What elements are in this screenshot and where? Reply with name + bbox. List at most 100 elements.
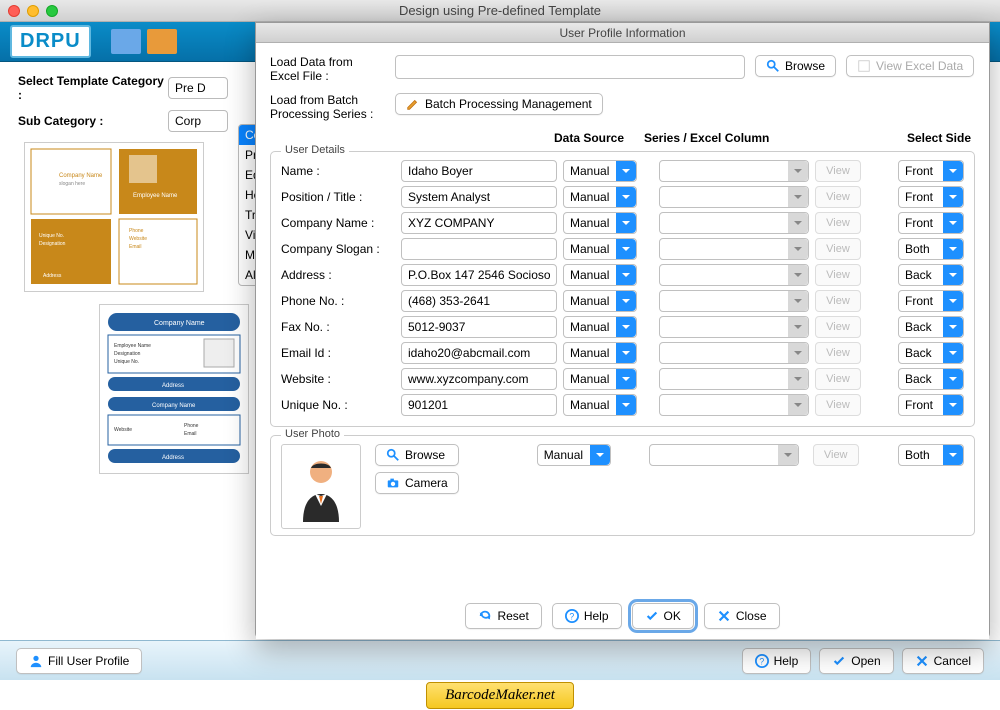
check-icon: [645, 609, 659, 623]
svg-text:Designation: Designation: [114, 351, 141, 357]
side-select[interactable]: Front: [898, 394, 964, 416]
field-input[interactable]: [401, 316, 557, 338]
field-input[interactable]: [401, 238, 557, 260]
series-select[interactable]: [659, 186, 809, 208]
side-select[interactable]: Back: [898, 368, 964, 390]
svg-text:Website: Website: [129, 236, 147, 242]
view-button: View: [815, 316, 861, 338]
id-card-icon: [147, 29, 177, 54]
template-preview[interactable]: Company Nameslogan hereEmployee NameUniq…: [24, 142, 204, 292]
question-icon: ?: [755, 654, 769, 668]
excel-icon: [857, 59, 871, 73]
close-button[interactable]: Close: [704, 603, 780, 629]
field-input[interactable]: [401, 290, 557, 312]
series-select[interactable]: [659, 342, 809, 364]
series-select[interactable]: [659, 212, 809, 234]
series-select[interactable]: [659, 238, 809, 260]
maximize-window-icon[interactable]: [46, 5, 58, 17]
side-select[interactable]: Front: [898, 290, 964, 312]
side-select[interactable]: Front: [898, 212, 964, 234]
series-select[interactable]: [659, 394, 809, 416]
svg-text:Phone: Phone: [129, 228, 144, 234]
batch-processing-button[interactable]: Batch Processing Management: [395, 93, 603, 115]
field-label: Phone No. :: [281, 294, 395, 308]
ok-button[interactable]: OK: [632, 603, 694, 629]
camera-icon: [386, 476, 400, 490]
template-category-select[interactable]: Pre D: [168, 77, 228, 99]
series-select[interactable]: [659, 316, 809, 338]
help-button[interactable]: ? Help: [742, 648, 812, 674]
data-source-select[interactable]: Manual: [563, 368, 637, 390]
logo: DRPU: [10, 25, 91, 58]
data-source-select[interactable]: Manual: [563, 290, 637, 312]
side-select[interactable]: Front: [898, 160, 964, 182]
svg-text:Website: Website: [114, 427, 132, 433]
series-select[interactable]: [659, 290, 809, 312]
reset-button[interactable]: Reset: [465, 603, 541, 629]
svg-text:Designation: Designation: [39, 241, 66, 247]
field-input[interactable]: [401, 264, 557, 286]
field-row: Fax No. :ManualViewBack: [281, 316, 964, 338]
user-details-legend: User Details: [281, 144, 349, 156]
data-source-select[interactable]: Manual: [563, 264, 637, 286]
user-icon: [29, 654, 43, 668]
data-source-select[interactable]: Manual: [563, 316, 637, 338]
series-select[interactable]: [659, 368, 809, 390]
field-row: Phone No. :ManualViewFront: [281, 290, 964, 312]
browse-excel-button[interactable]: Browse: [755, 55, 836, 77]
field-input[interactable]: [401, 212, 557, 234]
field-input[interactable]: [401, 186, 557, 208]
user-photo-preview: [281, 444, 361, 529]
photo-view-button: View: [813, 444, 859, 466]
camera-button[interactable]: Camera: [375, 472, 459, 494]
data-source-select[interactable]: Manual: [563, 160, 637, 182]
view-button: View: [815, 238, 861, 260]
open-button[interactable]: Open: [819, 648, 893, 674]
field-label: Email Id :: [281, 346, 395, 360]
photo-side-select[interactable]: Both: [898, 444, 964, 466]
field-input[interactable]: [401, 342, 557, 364]
series-select[interactable]: [659, 264, 809, 286]
field-label: Company Slogan :: [281, 242, 395, 256]
data-source-select[interactable]: Manual: [563, 342, 637, 364]
svg-text:Company Name: Company Name: [152, 403, 196, 409]
data-source-select[interactable]: Manual: [563, 238, 637, 260]
data-source-select[interactable]: Manual: [563, 394, 637, 416]
side-select[interactable]: Both: [898, 238, 964, 260]
close-icon: [717, 609, 731, 623]
field-label: Name :: [281, 164, 395, 178]
photo-data-source-select[interactable]: Manual: [537, 444, 611, 466]
field-input[interactable]: [401, 160, 557, 182]
side-select[interactable]: Back: [898, 316, 964, 338]
close-window-icon[interactable]: [8, 5, 20, 17]
fill-user-profile-button[interactable]: Fill User Profile: [16, 648, 142, 674]
side-select[interactable]: Front: [898, 186, 964, 208]
photo-series-select[interactable]: [649, 444, 799, 466]
field-label: Address :: [281, 268, 395, 282]
excel-file-input[interactable]: [395, 55, 745, 79]
field-row: Address : Manual View Back: [281, 264, 964, 286]
svg-text:Address: Address: [162, 455, 184, 461]
check-icon: [832, 654, 846, 668]
view-button: View: [815, 264, 861, 286]
series-select[interactable]: [659, 160, 809, 182]
svg-text:Phone: Phone: [184, 423, 199, 429]
side-select[interactable]: Back: [898, 264, 964, 286]
side-select[interactable]: Back: [898, 342, 964, 364]
sub-category-label: Sub Category :: [18, 114, 168, 128]
minimize-window-icon[interactable]: [27, 5, 39, 17]
help-button[interactable]: ? Help: [552, 603, 622, 629]
browse-photo-button[interactable]: Browse: [375, 444, 459, 466]
field-input[interactable]: [401, 394, 557, 416]
field-label: Website :: [281, 372, 395, 386]
sub-category-select[interactable]: Corp: [168, 110, 228, 132]
field-input[interactable]: [401, 368, 557, 390]
dialog-title: User Profile Information: [256, 23, 989, 43]
cancel-button[interactable]: Cancel: [902, 648, 984, 674]
search-icon: [766, 59, 780, 73]
template-preview[interactable]: Company NameEmployee NameDesignationUniq…: [99, 304, 249, 474]
svg-text:Address: Address: [162, 383, 184, 389]
svg-text:?: ?: [569, 612, 574, 622]
data-source-select[interactable]: Manual: [563, 212, 637, 234]
data-source-select[interactable]: Manual: [563, 186, 637, 208]
